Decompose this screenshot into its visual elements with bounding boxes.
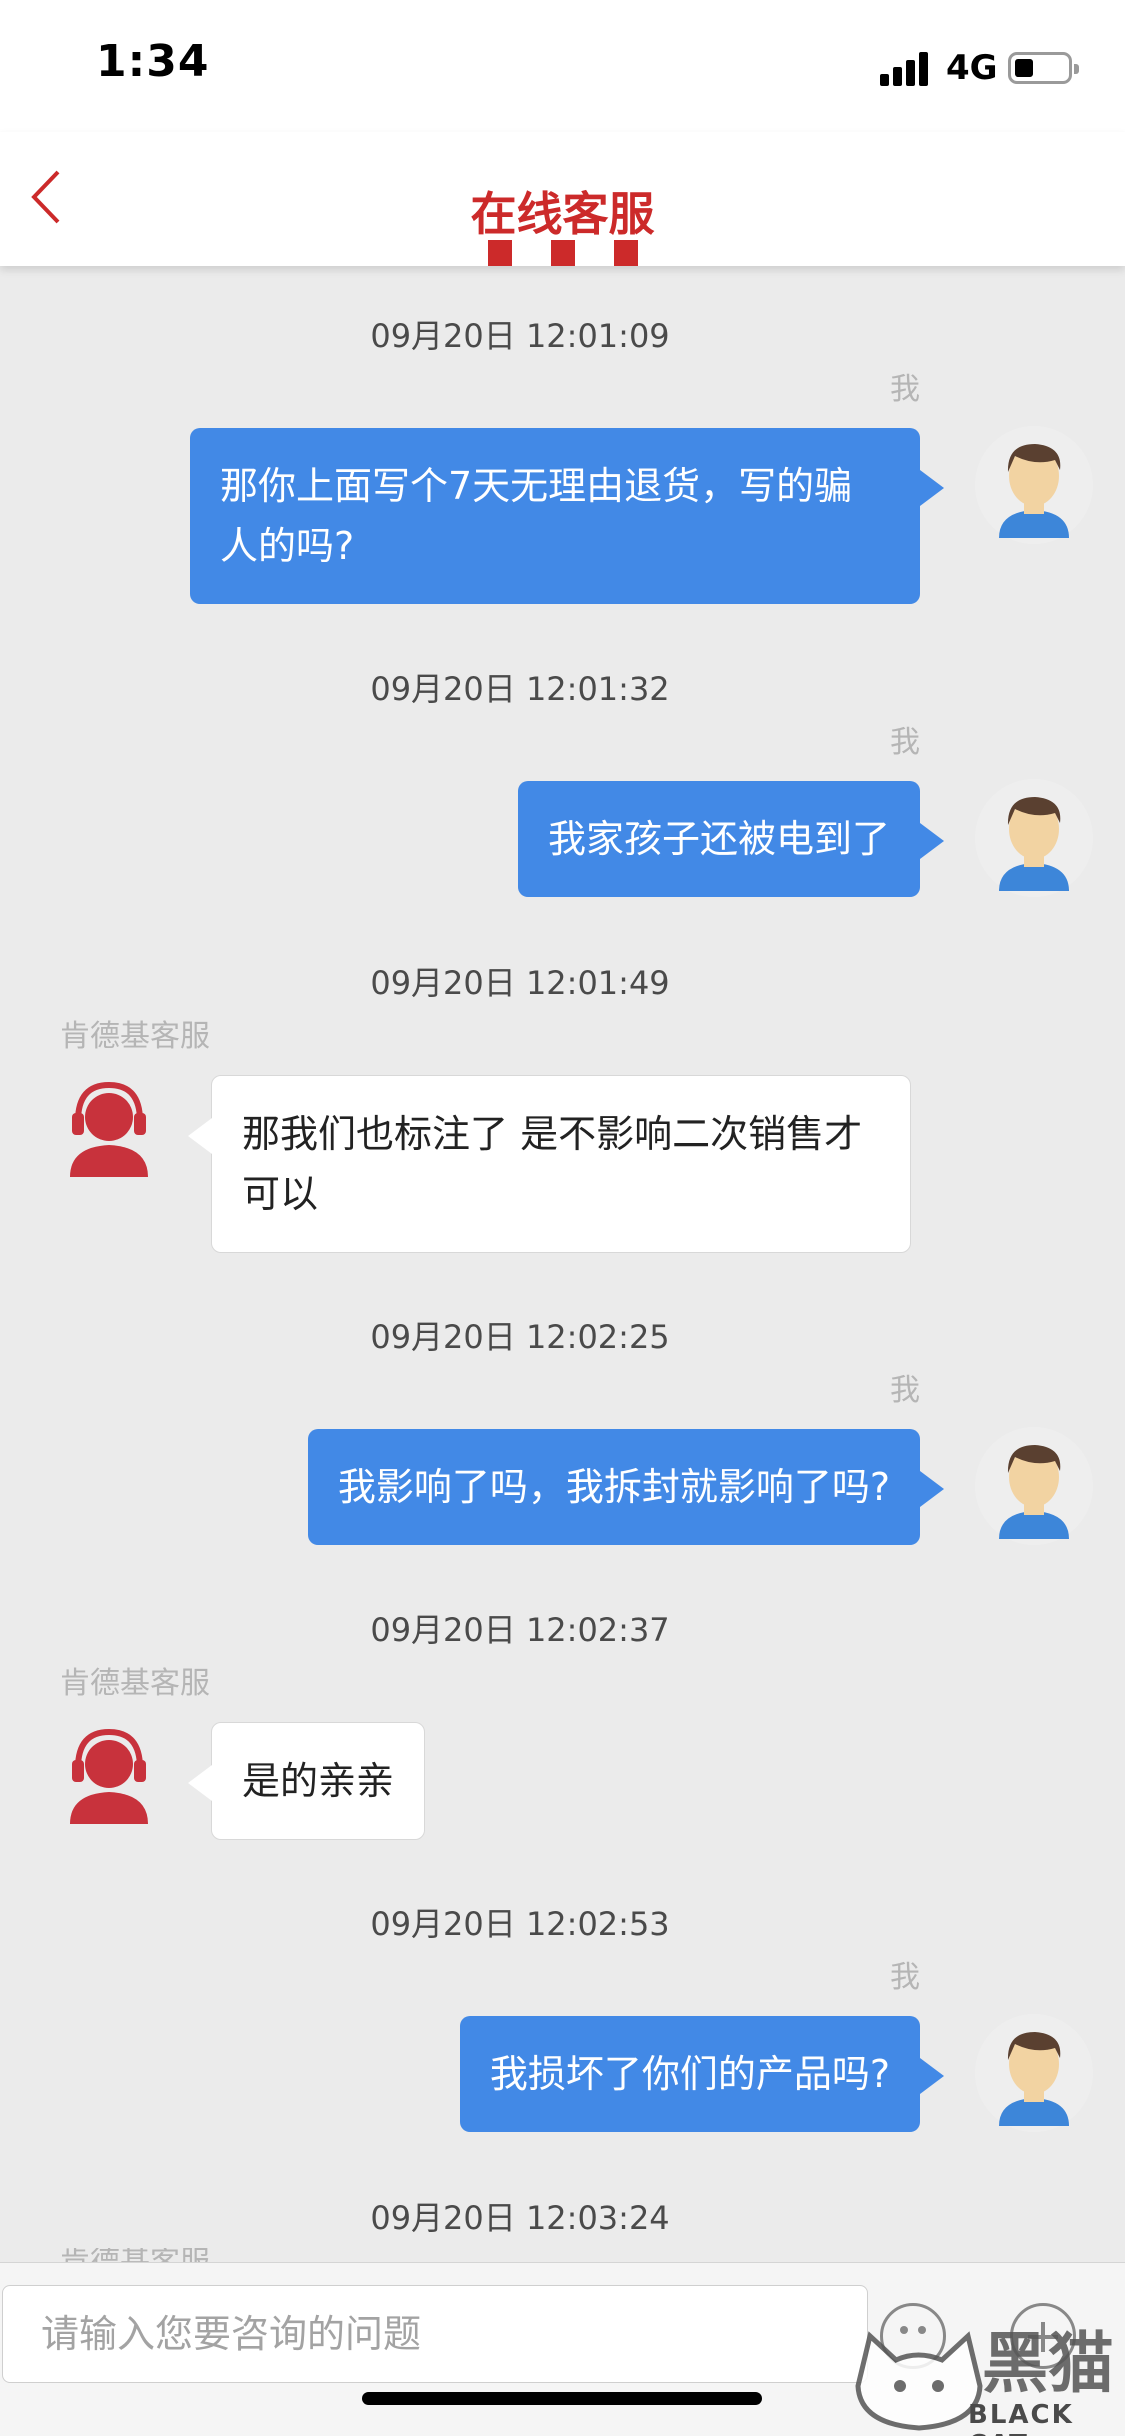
user-avatar-icon bbox=[999, 797, 1069, 891]
headset-agent-icon bbox=[70, 1081, 148, 1177]
sender-name: 肯德基客服 bbox=[60, 1019, 210, 1054]
message-bubble[interactable]: 是的亲亲 bbox=[187, 1722, 426, 1840]
message-list[interactable]: 09月20日 12:01:09 我 那你上面写个7天无理由退货，写的骗人的吗? … bbox=[0, 266, 1125, 2260]
user-avatar[interactable] bbox=[975, 426, 1093, 544]
sender-name: 肯德基客服 bbox=[60, 2248, 210, 2262]
battery-icon bbox=[1008, 52, 1079, 84]
status-time: 1:34 bbox=[96, 36, 210, 87]
sender-name: 我 bbox=[890, 1960, 920, 1995]
watermark-logo-text: 黑猫 bbox=[982, 2325, 1114, 2402]
user-avatar[interactable] bbox=[975, 2014, 1093, 2132]
message-timestamp: 09月20日 12:01:49 bbox=[370, 964, 670, 1002]
message-input[interactable] bbox=[2, 2285, 868, 2383]
sender-name: 我 bbox=[890, 1373, 920, 1408]
watermark-text: BLACK CAT bbox=[968, 2400, 1074, 2436]
user-avatar-icon bbox=[999, 1445, 1069, 1539]
agent-avatar[interactable] bbox=[50, 1073, 168, 1191]
message-bubble[interactable]: 我损坏了你们的产品吗? bbox=[459, 2016, 945, 2132]
message-bubble[interactable]: 那我们也标注了 是不影响二次销售才可以 bbox=[188, 1075, 911, 1253]
message-timestamp: 09月20日 12:02:25 bbox=[370, 1318, 670, 1356]
status-bar: 1:34 4G bbox=[0, 0, 1125, 132]
message-bubble[interactable]: 我家孩子还被电到了 bbox=[517, 781, 945, 897]
message-timestamp: 09月20日 12:01:32 bbox=[370, 670, 670, 708]
home-indicator[interactable] bbox=[362, 2392, 762, 2405]
user-avatar-icon bbox=[999, 2032, 1069, 2126]
sender-name: 我 bbox=[890, 372, 920, 407]
user-avatar-icon bbox=[999, 444, 1069, 538]
nav-bar: 在线客服 bbox=[0, 132, 1125, 266]
user-avatar[interactable] bbox=[975, 779, 1093, 897]
user-avatar[interactable] bbox=[975, 1427, 1093, 1545]
message-timestamp: 09月20日 12:03:24 bbox=[370, 2199, 670, 2237]
message-bubble[interactable]: 我影响了吗，我拆封就影响了吗? bbox=[307, 1429, 945, 1545]
message-timestamp: 09月20日 12:02:53 bbox=[370, 1905, 670, 1943]
headset-agent-icon bbox=[70, 1728, 148, 1824]
network-type: 4G bbox=[946, 48, 998, 88]
signal-icon bbox=[880, 52, 932, 86]
sender-name: 我 bbox=[890, 725, 920, 760]
page-title: 在线客服 bbox=[470, 187, 655, 241]
chat-screen: 1:34 4G 在线客服 09月20日 12:01:09 我 那你上面写个7天无… bbox=[0, 0, 1125, 2436]
sender-name: 肯德基客服 bbox=[60, 1666, 210, 1701]
message-timestamp: 09月20日 12:02:37 bbox=[370, 1611, 670, 1649]
message-timestamp: 09月20日 12:01:09 bbox=[370, 317, 670, 355]
agent-avatar[interactable] bbox=[50, 1720, 168, 1838]
message-bubble[interactable]: 那你上面写个7天无理由退货，写的骗人的吗? bbox=[190, 428, 944, 604]
title-underline-decoration bbox=[488, 240, 638, 266]
